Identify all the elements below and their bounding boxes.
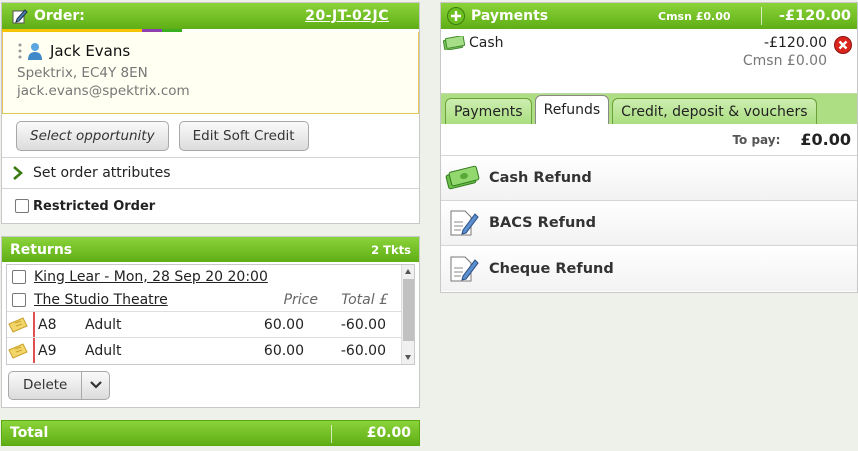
ticket-price: 60.00 (263, 316, 304, 333)
returns-title: Returns (10, 241, 73, 258)
tab-credit-deposit-vouchers[interactable]: Credit, deposit & vouchers (612, 98, 817, 124)
payments-panel: Payments Cmsn £0.00 -£120.00 Cash -£120.… (440, 2, 858, 293)
price-column-header: Price (283, 291, 318, 308)
to-pay-label: To pay: (732, 132, 781, 147)
scroll-down-icon[interactable] (405, 355, 411, 360)
edit-order-icon[interactable] (12, 8, 28, 24)
payment-amount: -£120.00 (764, 35, 827, 51)
document-pen-icon (450, 256, 479, 281)
tab-refunds[interactable]: Refunds (534, 95, 610, 124)
ticket-seat: A9 (38, 342, 57, 359)
ticket-icon (8, 316, 28, 333)
payments-divider (761, 7, 762, 25)
scroll-thumb[interactable] (403, 279, 414, 341)
total-column-header: Total £ (341, 291, 388, 308)
tab-payments[interactable]: Payments (445, 98, 532, 124)
venue-row: The Studio Theatre Price Total £ (7, 288, 414, 311)
venue-checkbox[interactable] (12, 292, 26, 307)
select-opportunity-button[interactable]: Select opportunity (16, 120, 169, 151)
returns-list: King Lear - Mon, 28 Sep 20 20:00 The Stu… (6, 264, 415, 365)
payments-commission: Cmsn £0.00 (658, 9, 731, 23)
person-icon (28, 43, 42, 60)
delete-row: Delete (2, 365, 419, 405)
ticket-status-line (33, 312, 35, 337)
scroll-up-icon[interactable] (405, 269, 411, 274)
customer-name[interactable]: Jack Evans (50, 42, 130, 60)
event-row: King Lear - Mon, 28 Sep 20 20:00 (7, 265, 414, 288)
returns-panel: Returns 2 Tkts King Lear - Mon, 28 Sep 2… (1, 236, 420, 408)
set-order-attributes-row[interactable]: Set order attributes (2, 158, 419, 189)
cash-icon (445, 165, 480, 190)
set-order-attributes-label: Set order attributes (33, 165, 171, 181)
ticket-total: -60.00 (340, 342, 386, 359)
payment-commission: Cmsn £0.00 (742, 53, 827, 69)
ticket-row[interactable]: A8 Adult 60.00 -60.00 (7, 311, 414, 337)
cash-icon (443, 36, 465, 50)
document-pen-icon (450, 210, 479, 236)
chevron-down-icon (90, 381, 102, 389)
payment-entry: Cash -£120.00 Cmsn £0.00 (441, 29, 857, 93)
remove-payment-icon[interactable] (834, 36, 852, 54)
ticket-price-type: Adult (85, 342, 122, 359)
restricted-order-checkbox[interactable] (15, 199, 29, 213)
customer-address: Spektrix, EC4Y 8EN (17, 65, 148, 81)
opportunity-row: Select opportunity Edit Soft Credit (2, 114, 419, 158)
restricted-order-label: Restricted Order (33, 198, 156, 214)
payments-header: Payments Cmsn £0.00 -£120.00 (441, 3, 857, 29)
bacs-refund-label: BACS Refund (489, 215, 597, 231)
customer-card: Jack Evans Spektrix, EC4Y 8EN jack.evans… (2, 32, 419, 114)
to-pay-row: To pay: £0.00 (441, 124, 857, 156)
restricted-order-row: Restricted Order (2, 189, 419, 223)
order-title: Order: (34, 8, 85, 24)
order-panel: Order: 20-JT-02JC Jack Evans Spektrix, E… (1, 2, 420, 224)
event-checkbox[interactable] (12, 269, 26, 284)
ticket-seat: A8 (38, 316, 57, 333)
payments-amount: -£120.00 (778, 8, 851, 24)
venue-link[interactable]: The Studio Theatre (34, 292, 168, 308)
returns-scrollbar[interactable] (401, 265, 414, 364)
delete-dropdown-button[interactable] (82, 370, 111, 400)
cash-refund-option[interactable]: Cash Refund (441, 156, 857, 201)
ticket-total: -60.00 (340, 316, 386, 333)
ticket-status-line (33, 338, 35, 363)
ticket-price: 60.00 (263, 342, 304, 359)
returns-ticket-count: 2 Tkts (371, 242, 411, 257)
payments-title: Payments (471, 8, 549, 24)
ticket-row[interactable]: A9 Adult 60.00 -60.00 (7, 337, 414, 363)
delete-button[interactable]: Delete (8, 370, 83, 400)
customer-email: jack.evans@spektrix.com (17, 83, 190, 99)
cheque-refund-option[interactable]: Cheque Refund (441, 246, 857, 291)
order-header: Order: 20-JT-02JC (2, 3, 419, 29)
returns-header: Returns 2 Tkts (2, 237, 419, 262)
order-id-link[interactable]: 20-JT-02JC (305, 8, 389, 24)
event-link[interactable]: King Lear - Mon, 28 Sep 20 20:00 (34, 269, 268, 285)
to-pay-value: £0.00 (800, 130, 851, 149)
payment-tabs: Payments Refunds Credit, deposit & vouch… (441, 93, 857, 124)
edit-soft-credit-button[interactable]: Edit Soft Credit (178, 120, 309, 151)
total-label: Total (10, 425, 49, 441)
drag-handle-icon[interactable] (17, 42, 23, 60)
payment-method: Cash (469, 35, 504, 51)
delete-split-button: Delete (8, 370, 111, 400)
plus-icon[interactable] (447, 7, 465, 25)
total-divider (331, 425, 332, 443)
cash-refund-label: Cash Refund (489, 170, 592, 186)
ticket-icon (8, 342, 28, 359)
chevron-right-icon (13, 166, 23, 180)
cheque-refund-label: Cheque Refund (489, 260, 614, 277)
bacs-refund-option[interactable]: BACS Refund (441, 201, 857, 246)
total-value: £0.00 (366, 425, 411, 441)
ticket-price-type: Adult (85, 316, 122, 333)
total-bar: Total £0.00 (1, 420, 420, 446)
